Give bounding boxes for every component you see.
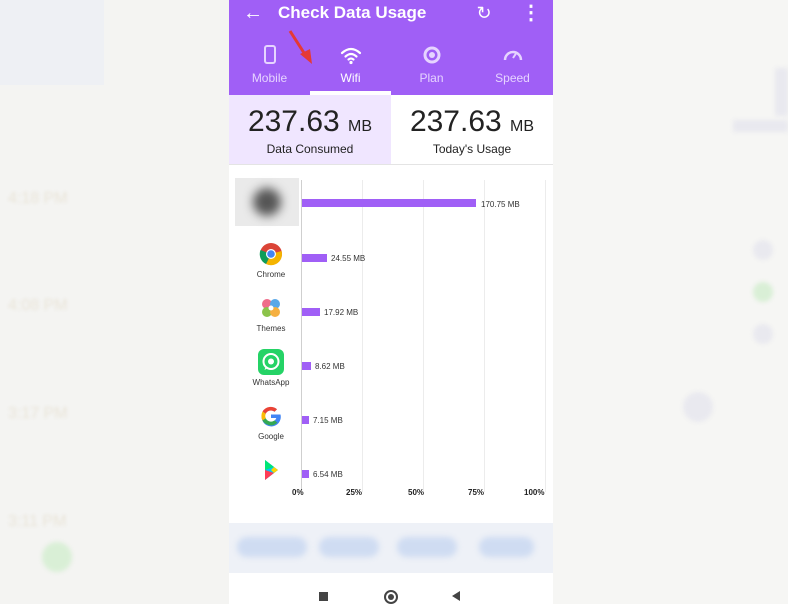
x-tick: 25% [346,488,363,497]
home-icon[interactable] [384,590,398,604]
chrome-icon[interactable] [257,240,285,268]
grid-line [362,180,363,492]
phone-screen: ← Check Data Usage ↻ ⋮ Mobile Wifi Plan … [229,0,553,604]
usage-value: 6.54 MB [313,470,343,479]
app-label-chrome: Chrome [256,270,286,279]
app-label-themes: Themes [256,324,286,333]
todays-usage-value: 237.63 MB [409,105,535,138]
refresh-icon[interactable]: ↻ [473,0,495,26]
grid-line [301,180,302,492]
background-time: 4:08 PM [8,297,68,314]
usage-bar [302,199,476,207]
blurred-ad-banner[interactable] [229,523,553,573]
usage-value: 7.15 MB [313,416,343,425]
plan-icon [391,42,472,68]
usage-value: 8.62 MB [315,362,345,371]
wifi-icon [310,42,391,68]
usage-bar [302,254,327,262]
data-consumed-caption: Data Consumed [266,142,354,156]
x-tick: 75% [468,488,485,497]
background-left: 4:18 PM 4:08 PM 3:17 PM 3:11 PM [0,0,229,604]
x-tick: 100% [524,488,545,497]
back-nav-icon[interactable] [452,591,460,601]
data-consumed-value: 237.63 MB [247,105,373,138]
todays-usage-caption: Today's Usage [432,142,512,156]
background-time: 4:18 PM [8,190,68,207]
usage-value: 170.75 MB [481,200,520,209]
usage-bar [302,416,309,424]
todays-usage-card[interactable]: 237.63 MB Today's Usage [391,95,553,164]
stats-panel: 237.63 MB Data Consumed 237.63 MB Today'… [229,95,553,165]
whatsapp-icon[interactable] [257,348,285,376]
themes-icon[interactable] [257,294,285,322]
arrow-left-icon[interactable]: ← [243,0,263,26]
recents-icon[interactable] [319,592,328,601]
grid-line [484,180,485,492]
tab-label: Plan [419,71,444,85]
tab-plan[interactable]: Plan [391,40,472,95]
more-vert-icon[interactable]: ⋮ [521,0,541,26]
grid-line [423,180,424,492]
usage-chart: 170.75 MB Chrome 24.55 MB Themes 17.92 M… [229,170,553,510]
tab-label: Wifi [340,71,361,85]
app-bar: ← Check Data Usage ↻ ⋮ Mobile Wifi Plan … [229,0,553,95]
background-block [0,0,104,85]
tab-label: Mobile [251,71,288,85]
usage-bar [302,308,320,316]
background-time: 3:11 PM [8,513,67,530]
page-title: Check Data Usage [278,3,427,22]
annotation-arrow [288,30,312,64]
google-icon[interactable] [257,402,285,430]
usage-bar [302,470,309,478]
usage-bar [302,362,311,370]
grid-line [545,180,546,492]
x-tick: 50% [408,488,425,497]
system-nav-bar [229,580,553,604]
usage-value: 17.92 MB [324,308,359,317]
background-time: 3:17 PM [8,405,68,422]
background-right [553,0,788,604]
app-label-whatsapp: WhatsApp [252,378,290,387]
x-tick: 0% [292,488,304,497]
tab-label: Speed [495,71,530,85]
tab-speed[interactable]: Speed [472,40,553,95]
background-dot [42,542,72,572]
app-label-google: Google [258,432,284,441]
blurred-app-icon[interactable] [235,178,299,226]
usage-value: 24.55 MB [331,254,366,263]
speedometer-icon [472,42,553,68]
play-store-icon[interactable] [257,456,285,484]
tab-wifi[interactable]: Wifi [310,40,391,95]
data-consumed-card[interactable]: 237.63 MB Data Consumed [229,95,391,164]
